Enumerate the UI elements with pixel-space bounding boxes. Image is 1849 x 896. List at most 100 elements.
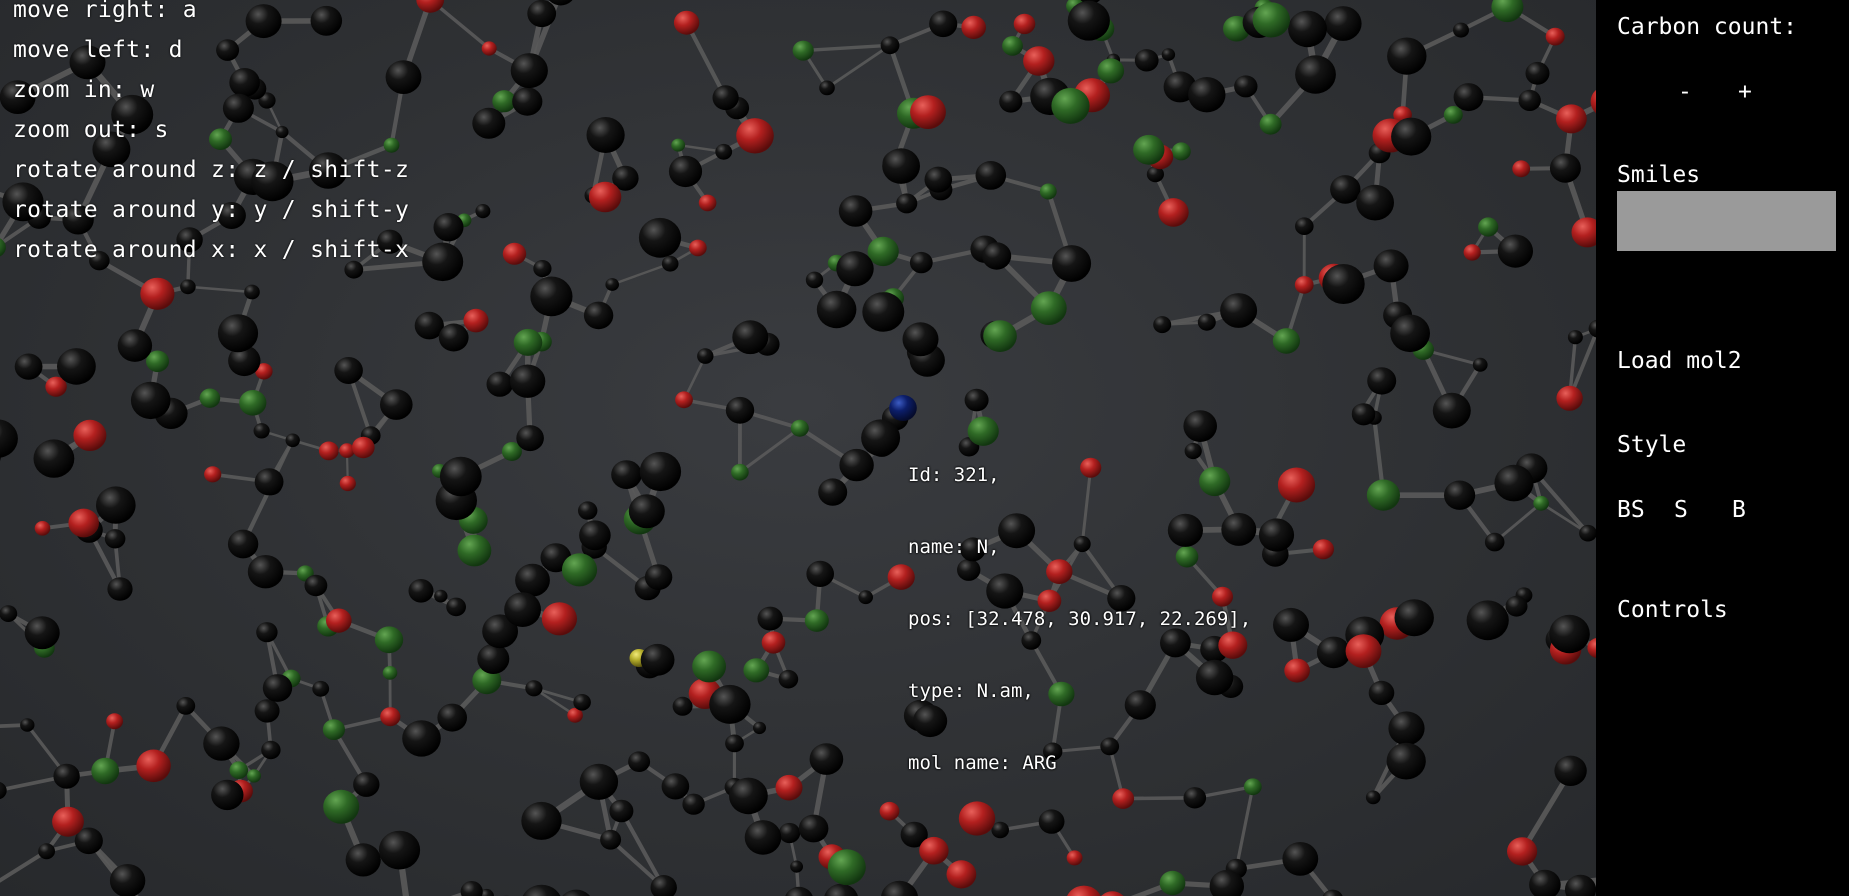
carbon-atom[interactable] bbox=[682, 793, 705, 815]
oxygen-atom[interactable] bbox=[1556, 385, 1583, 411]
carbon-atom[interactable] bbox=[1386, 742, 1426, 780]
carbon-atom[interactable] bbox=[402, 720, 441, 757]
carbon-atom[interactable] bbox=[1497, 234, 1533, 268]
carbon-atom[interactable] bbox=[247, 555, 284, 589]
carbon-atom[interactable] bbox=[1373, 249, 1409, 283]
carbon-atom[interactable] bbox=[1444, 480, 1476, 510]
carbon-atom[interactable] bbox=[530, 276, 573, 317]
carbon-atom[interactable] bbox=[862, 292, 905, 332]
carbon-atom[interactable] bbox=[644, 564, 673, 590]
carbon-atom[interactable] bbox=[253, 423, 270, 439]
chlorine-atom[interactable] bbox=[1159, 870, 1186, 896]
carbon-atom[interactable] bbox=[1282, 842, 1319, 876]
chlorine-atom[interactable] bbox=[1252, 2, 1291, 38]
carbon-atom[interactable] bbox=[929, 10, 958, 38]
carbon-atom[interactable] bbox=[880, 36, 900, 55]
chlorine-atom[interactable] bbox=[229, 761, 249, 779]
carbon-atom[interactable] bbox=[104, 529, 126, 549]
carbon-atom[interactable] bbox=[38, 843, 55, 860]
carbon-atom[interactable] bbox=[437, 703, 468, 732]
carbon-atom[interactable] bbox=[57, 348, 96, 385]
carbon-atom[interactable] bbox=[53, 763, 80, 789]
carbon-atom[interactable] bbox=[1564, 874, 1596, 896]
carbon-atom[interactable] bbox=[639, 451, 682, 492]
carbon-atom[interactable] bbox=[1273, 607, 1309, 642]
carbon-atom[interactable] bbox=[0, 419, 18, 458]
carbon-atom[interactable] bbox=[753, 721, 766, 735]
carbon-atom[interactable] bbox=[732, 320, 769, 355]
chlorine-atom[interactable] bbox=[457, 534, 492, 567]
carbon-atom[interactable] bbox=[1368, 680, 1395, 706]
carbon-atom[interactable] bbox=[902, 322, 939, 357]
chlorine-atom[interactable] bbox=[91, 757, 120, 785]
chlorine-atom[interactable] bbox=[1491, 0, 1524, 23]
carbon-atom[interactable] bbox=[729, 777, 768, 815]
carbon-atom[interactable] bbox=[1322, 264, 1365, 304]
carbon-atom[interactable] bbox=[521, 884, 563, 896]
carbon-atom[interactable] bbox=[790, 860, 803, 873]
oxygen-atom[interactable] bbox=[675, 391, 693, 409]
oxygen-atom[interactable] bbox=[416, 0, 445, 13]
carbon-atom[interactable] bbox=[1367, 367, 1397, 395]
oxygen-atom[interactable] bbox=[673, 10, 700, 35]
oxygen-atom[interactable] bbox=[1507, 837, 1538, 866]
chlorine-atom[interactable] bbox=[1097, 58, 1125, 84]
carbon-atom[interactable] bbox=[516, 425, 544, 452]
chlorine-atom[interactable] bbox=[1366, 479, 1400, 511]
carbon-atom[interactable] bbox=[217, 314, 259, 353]
carbon-atom[interactable] bbox=[838, 195, 873, 227]
carbon-atom[interactable] bbox=[778, 822, 801, 844]
oxygen-atom[interactable] bbox=[106, 713, 123, 730]
carbon-atom[interactable] bbox=[805, 271, 824, 289]
carbon-atom[interactable] bbox=[605, 278, 619, 291]
chlorine-atom[interactable] bbox=[247, 769, 261, 783]
carbon-atom[interactable] bbox=[334, 357, 363, 384]
carbon-atom[interactable] bbox=[578, 501, 598, 520]
carbon-atom[interactable] bbox=[1316, 636, 1351, 669]
carbon-atom[interactable] bbox=[1494, 464, 1534, 502]
carbon-atom[interactable] bbox=[924, 166, 953, 193]
oxygen-atom[interactable] bbox=[1571, 217, 1597, 248]
carbon-atom[interactable] bbox=[533, 260, 552, 278]
carbon-increment-button[interactable]: + bbox=[1738, 79, 1752, 105]
carbon-atom[interactable] bbox=[1432, 392, 1471, 429]
carbon-atom[interactable] bbox=[475, 204, 491, 219]
carbon-atom[interactable] bbox=[757, 606, 783, 631]
carbon-atom[interactable] bbox=[304, 574, 328, 597]
oxygen-atom[interactable] bbox=[588, 181, 622, 213]
chlorine-atom[interactable] bbox=[804, 609, 829, 632]
carbon-atom[interactable] bbox=[1549, 153, 1581, 183]
carbon-atom[interactable] bbox=[477, 643, 510, 675]
carbon-atom[interactable] bbox=[203, 726, 240, 761]
carbon-atom[interactable] bbox=[798, 814, 829, 843]
carbon-atom[interactable] bbox=[661, 773, 690, 800]
chlorine-atom[interactable] bbox=[692, 650, 726, 683]
carbon-atom[interactable] bbox=[778, 669, 799, 689]
chlorine-atom[interactable] bbox=[374, 626, 404, 654]
carbon-atom[interactable] bbox=[1466, 600, 1509, 641]
carbon-atom[interactable] bbox=[858, 590, 873, 605]
carbon-atom[interactable] bbox=[433, 213, 464, 242]
carbon-atom[interactable] bbox=[999, 90, 1023, 113]
carbon-atom[interactable] bbox=[438, 323, 469, 352]
chlorine-atom[interactable] bbox=[671, 138, 686, 152]
carbon-atom[interactable] bbox=[697, 348, 714, 364]
oxygen-atom[interactable] bbox=[736, 118, 774, 154]
chlorine-atom[interactable] bbox=[867, 236, 899, 267]
carbon-atom[interactable] bbox=[486, 371, 514, 397]
carbon-atom[interactable] bbox=[380, 389, 413, 420]
carbon-atom[interactable] bbox=[1197, 313, 1216, 331]
chlorine-atom[interactable] bbox=[199, 388, 221, 408]
oxygen-atom[interactable] bbox=[1463, 244, 1481, 261]
carbon-atom[interactable] bbox=[510, 53, 548, 89]
carbon-atom[interactable] bbox=[525, 680, 543, 697]
oxygen-atom[interactable] bbox=[1284, 658, 1310, 683]
oxygen-atom[interactable] bbox=[318, 441, 339, 461]
oxygen-atom[interactable] bbox=[1345, 634, 1382, 668]
chlorine-atom[interactable] bbox=[323, 789, 360, 824]
chlorine-atom[interactable] bbox=[827, 849, 866, 886]
carbon-atom[interactable] bbox=[20, 718, 35, 732]
carbon-atom[interactable] bbox=[600, 829, 622, 850]
carbon-atom[interactable] bbox=[1387, 37, 1427, 75]
carbon-atom[interactable] bbox=[816, 290, 857, 329]
